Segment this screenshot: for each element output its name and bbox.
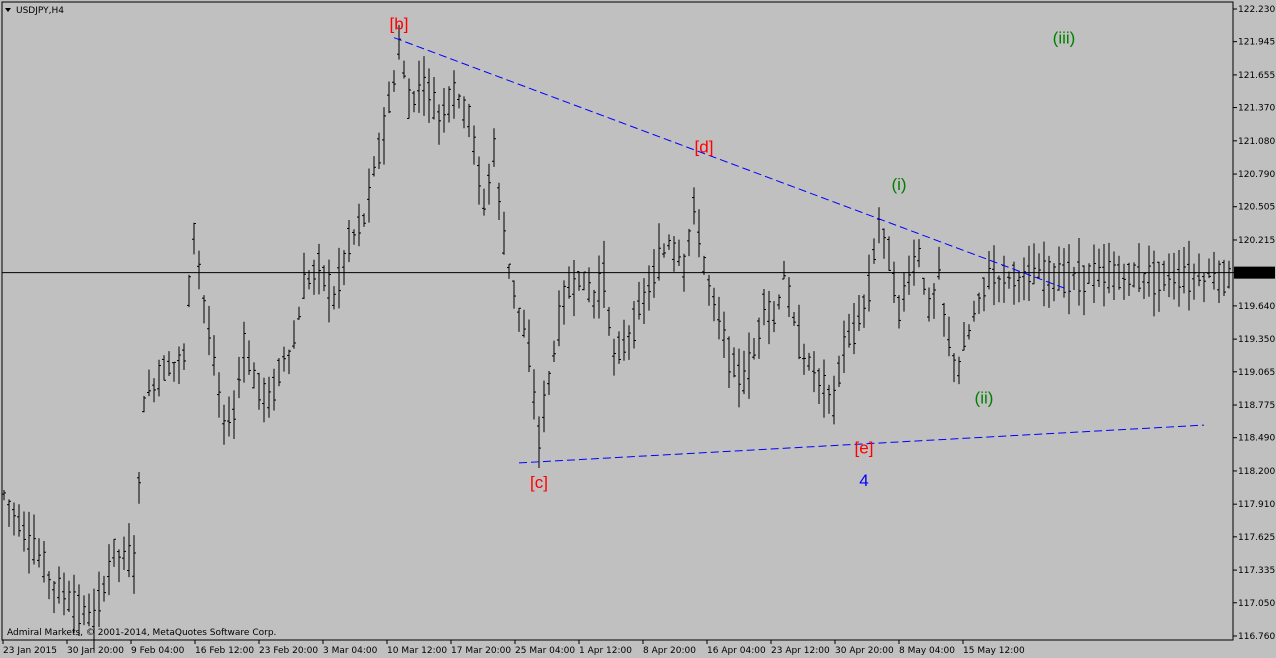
y-tick-label: 117.625 [1238,533,1275,543]
x-tick-label: 25 Mar 04:00 [515,646,575,656]
x-tick-label: 1 Apr 12:00 [579,646,632,656]
x-tick-label: 3 Mar 04:00 [323,646,378,656]
y-tick-label: 118.490 [1238,434,1275,444]
current-price-label: 119.930 [1238,269,1275,279]
wave-label: [e] [855,439,874,458]
wave-label: (i) [891,175,906,194]
y-tick-label: 119.350 [1238,335,1275,345]
y-tick-label: 118.775 [1238,401,1275,411]
x-tick-label: 23 Apr 12:00 [771,646,830,656]
x-tick-label: 8 May 04:00 [899,646,955,656]
y-tick-label: 121.370 [1238,104,1275,114]
wave-label: (ii) [975,388,994,407]
y-tick-label: 119.065 [1238,368,1275,378]
y-tick-label: 117.335 [1238,566,1275,576]
wave-label: [b] [390,15,409,34]
x-tick-label: 16 Feb 12:00 [195,646,254,656]
y-tick-label: 117.910 [1238,500,1275,510]
chart-background [0,0,1276,658]
x-tick-label: 30 Jan 20:00 [67,646,124,656]
wave-label: (iii) [1053,28,1076,47]
y-tick-label: 120.215 [1238,236,1275,246]
wave-label: [d] [695,137,714,156]
wave-label: [c] [530,473,548,492]
x-tick-label: 17 Mar 20:00 [451,646,511,656]
x-tick-label: 8 Apr 20:00 [643,646,696,656]
y-tick-label: 122.230 [1238,5,1275,15]
y-tick-label: 120.505 [1238,203,1275,213]
y-tick-label: 117.050 [1238,599,1275,609]
y-tick-label: 118.200 [1238,467,1275,477]
wave-label: 4 [859,471,868,490]
y-tick-label: 121.655 [1238,71,1275,81]
y-tick-label: 120.790 [1238,170,1275,180]
x-tick-label: 23 Jan 2015 [3,646,57,656]
x-tick-label: 15 May 12:00 [963,646,1025,656]
x-tick-label: 9 Feb 04:00 [131,646,185,656]
x-tick-label: 30 Apr 20:00 [835,646,894,656]
y-tick-label: 121.945 [1238,38,1275,48]
x-tick-label: 16 Apr 04:00 [707,646,766,656]
y-tick-label: 119.640 [1238,302,1275,312]
y-tick-label: 116.760 [1238,632,1275,642]
chart: [b] [d] [c] [e] 4 (i) (ii) (iii) 122.230 121.945… [0,0,1276,658]
x-tick-label: 10 Mar 12:00 [387,646,447,656]
y-tick-label: 121.080 [1238,137,1275,147]
x-tick-label: 23 Feb 20:00 [259,646,318,656]
symbol-label: USDJPY,H4 [16,6,64,16]
copyright-label: Admiral Markets, © 2001-2014, MetaQuotes… [7,628,276,638]
